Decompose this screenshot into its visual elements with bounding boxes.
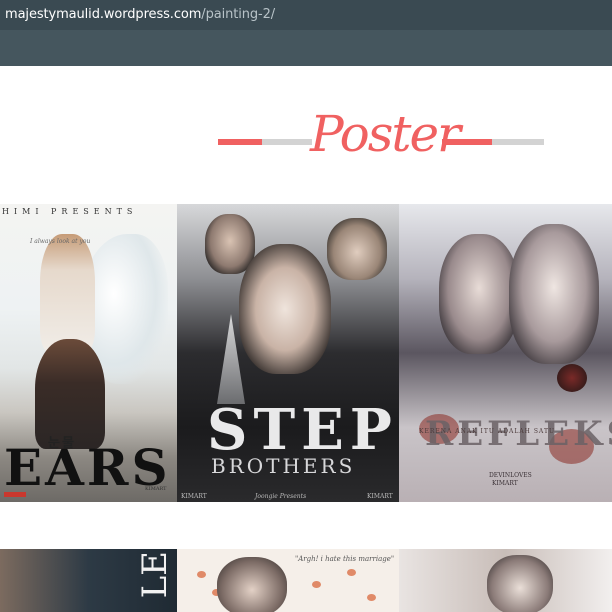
url-domain: majestymaulid.wordpress.com bbox=[5, 7, 202, 22]
section-heading: Poster bbox=[218, 105, 544, 164]
heading-divider-right bbox=[492, 139, 544, 145]
petal-decoration bbox=[367, 594, 376, 601]
portrait-right bbox=[509, 224, 599, 364]
poster-tagline: KERENA ANAK ITU ADALAH SATU bbox=[419, 428, 555, 435]
petal-decoration bbox=[347, 569, 356, 576]
poster-title: STEP bbox=[207, 397, 398, 463]
angel-figure-image bbox=[40, 234, 95, 354]
poster-credit-center: Joongie Presents bbox=[255, 493, 307, 500]
poster-row2-left[interactable]: LE bbox=[0, 549, 177, 612]
poster-tagline: I always look at you bbox=[30, 238, 91, 245]
poster-credit-left: KIMART bbox=[181, 493, 207, 500]
poster-presenter: HIMI PRESENTS bbox=[2, 207, 138, 216]
rating-badge bbox=[4, 492, 26, 497]
heading-divider-left bbox=[262, 139, 312, 145]
address-bar[interactable]: majestymaulid.wordpress.com/painting-2/ bbox=[0, 0, 612, 30]
site-header-bar bbox=[0, 30, 612, 66]
url-path: /painting-2/ bbox=[201, 7, 276, 22]
page-title: Poster bbox=[310, 105, 461, 163]
poster-row2-right[interactable] bbox=[399, 549, 612, 612]
portrait-center bbox=[239, 244, 331, 374]
heading-divider-right-accent bbox=[442, 139, 492, 145]
poster-credit-secondary: KIMART bbox=[492, 480, 518, 487]
poster-subtitle: BROTHERS bbox=[211, 454, 356, 478]
poster-credit: DEVINLOVES bbox=[489, 472, 532, 479]
poster-row2-center[interactable]: "Argh! i hate this marriage" bbox=[177, 549, 399, 612]
petal-decoration bbox=[197, 571, 206, 578]
portrait-left bbox=[439, 234, 519, 354]
petal-decoration bbox=[312, 581, 321, 588]
portrait bbox=[487, 555, 553, 612]
portrait bbox=[217, 557, 287, 612]
poster-credit-right: KIMART bbox=[367, 493, 393, 500]
url-text[interactable]: majestymaulid.wordpress.com/painting-2/ bbox=[5, 7, 275, 22]
poster-tears[interactable]: HIMI PRESENTS I always look at you 눈물 EA… bbox=[0, 204, 177, 502]
poster-quote: "Argh! i hate this marriage" bbox=[295, 555, 395, 563]
poster-step-brothers[interactable]: STEP BROTHERS KIMART Joongie Presents KI… bbox=[177, 204, 399, 502]
portrait-right bbox=[327, 218, 387, 280]
heading-divider-left-accent bbox=[218, 139, 262, 145]
rose-image bbox=[557, 364, 587, 392]
poster-refleksi[interactable]: REFLEKSI KERENA ANAK ITU ADALAH SATU DEV… bbox=[399, 204, 612, 502]
poster-credit: KIMART bbox=[145, 486, 167, 492]
poster-title-partial: LE bbox=[135, 551, 175, 599]
